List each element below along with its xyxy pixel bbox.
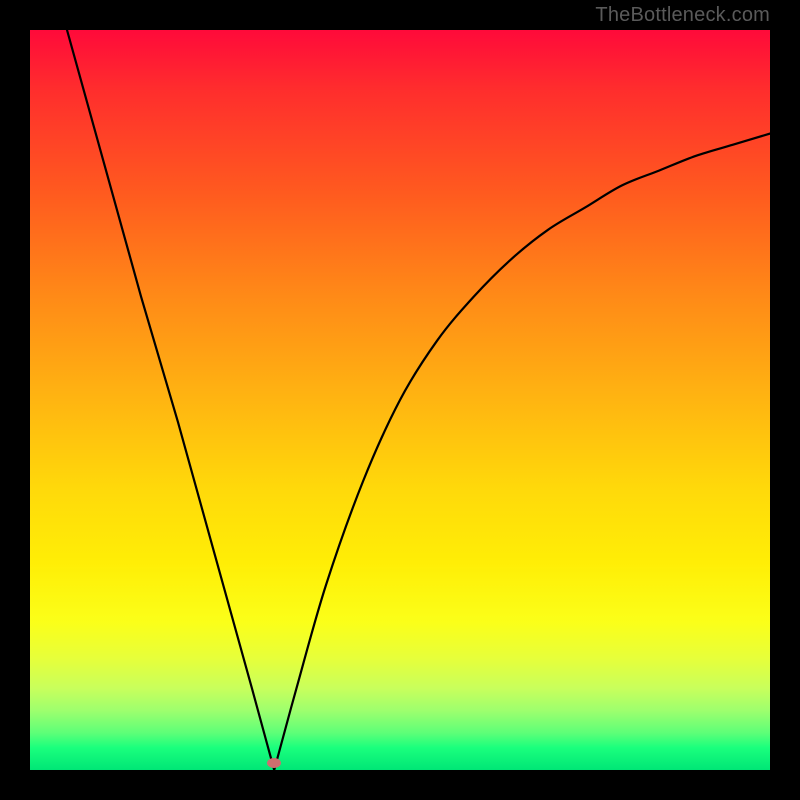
chart-curve-svg xyxy=(30,30,770,770)
chart-container: TheBottleneck.com xyxy=(0,0,800,800)
attribution-label: TheBottleneck.com xyxy=(595,4,770,27)
chart-plot-area xyxy=(30,30,770,770)
bottleneck-curve xyxy=(67,30,770,770)
